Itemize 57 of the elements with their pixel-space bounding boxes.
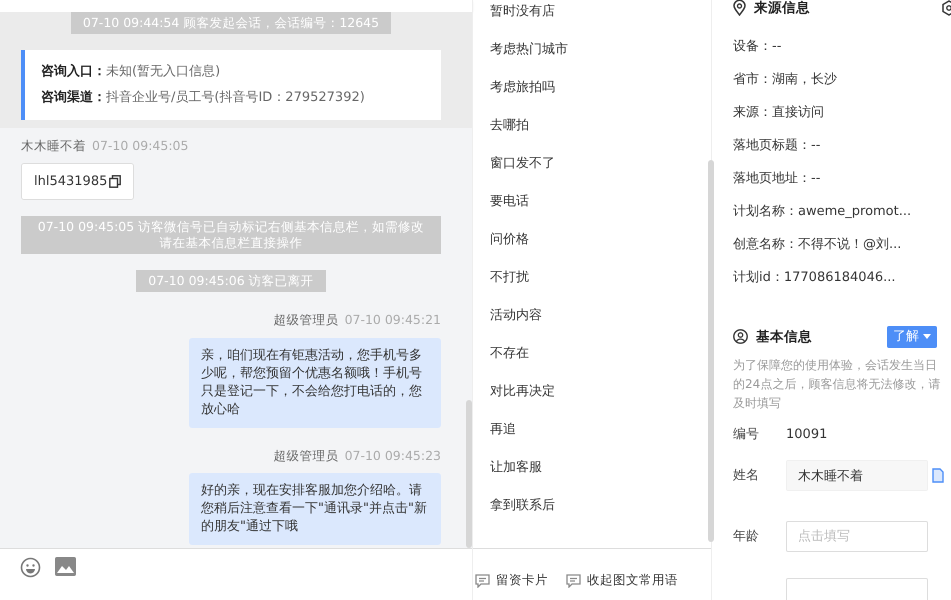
source-field: 省市：湖南，长沙 <box>733 63 951 96</box>
info-value: 抖音企业号/员工号(抖音号ID：279527392) <box>106 90 365 105</box>
message-time: 07-10 09:45:05 <box>92 138 188 153</box>
quick-reply-item[interactable]: 窗口发不了 <box>490 145 711 183</box>
message-bubble: 好的亲，现在安排客服加您介绍哈。请您稍后注意查看一下"通讯录"并点击"新的朋友"通过下哦 <box>189 473 441 545</box>
quick-reply-item[interactable]: 拿到联系后 <box>490 487 711 525</box>
user-icon <box>733 329 748 344</box>
quick-reply-item[interactable]: 活动内容 <box>490 297 711 335</box>
quick-reply-item[interactable]: 对比再决定 <box>490 373 711 411</box>
quick-reply-item[interactable]: 再追 <box>490 411 711 449</box>
emoji-icon[interactable] <box>20 557 41 578</box>
sender-name: 超级管理员 <box>274 312 339 327</box>
quick-reply-item[interactable]: 考虑热门城市 <box>490 31 711 69</box>
input-field[interactable]: 木木睡不着 <box>786 460 928 491</box>
source-field: 落地页地址：-- <box>733 162 951 195</box>
quick-reply-item[interactable]: 不打扰 <box>490 259 711 297</box>
section-title: 基本信息 <box>756 328 812 347</box>
quick-reply-item[interactable]: 去哪拍 <box>490 107 711 145</box>
quick-reply-item[interactable]: 问价格 <box>490 221 711 259</box>
info-label: 咨询渠道： <box>41 90 106 105</box>
source-field: 计划id：177086184046... <box>733 261 951 294</box>
comment-icon <box>566 574 581 588</box>
quick-reply-item[interactable]: 考虑旅拍吗 <box>490 69 711 107</box>
scrollbar[interactable] <box>466 400 472 548</box>
info-label: 咨询入口： <box>41 64 106 79</box>
caret-icon <box>923 334 931 340</box>
input-field[interactable] <box>786 578 928 600</box>
info-value: 未知(暂无入口信息) <box>106 64 220 79</box>
field-label: 姓名 <box>733 466 760 485</box>
source-field: 计划名称：aweme_promot... <box>733 195 951 228</box>
message-time: 07-10 09:45:23 <box>344 448 441 462</box>
source-field: 落地页标题：-- <box>733 129 951 162</box>
image-icon[interactable] <box>55 557 76 576</box>
sender-name: 木木睡不着 <box>21 138 86 153</box>
message-bubble: 亲，咱们现在有钜惠活动，您手机号多少呢，帮您预留个优惠名额哦！手机号只是登记一下，不会给您打电话的，您放心哈 <box>189 338 441 428</box>
copy-icon[interactable] <box>109 174 122 188</box>
quick-reply-item[interactable]: 暂时没有店 <box>490 0 711 31</box>
sender-name: 超级管理员 <box>274 448 339 462</box>
footer-button[interactable]: 留资卡片 <box>475 561 548 600</box>
field-value: 10091 <box>786 426 828 444</box>
message-text: lhl5431985 <box>34 172 108 190</box>
section-title: 来源信息 <box>754 0 810 18</box>
footer-button[interactable]: 收起图文常用语 <box>566 561 678 600</box>
input-field[interactable]: 点击填写 <box>786 521 928 552</box>
quick-reply-item[interactable]: 不存在 <box>490 335 711 373</box>
field-label: 编号 <box>733 426 760 444</box>
source-field: 来源：直接访问 <box>733 96 951 129</box>
comment-icon <box>475 574 490 588</box>
field-label: 年龄 <box>733 528 760 546</box>
scrollbar[interactable] <box>708 160 714 542</box>
quick-reply-item[interactable]: 让加客服 <box>490 449 711 487</box>
notice-text: 为了保障您的使用体验，会话发生当日的24点之后，顾客信息将无法修改，请及时填写 <box>733 356 942 412</box>
source-field: 创意名称：不得不说！@刘... <box>733 228 951 261</box>
quick-reply-item[interactable]: 要电话 <box>490 183 711 221</box>
message-time: 07-10 09:45:21 <box>344 312 441 327</box>
location-pin-icon <box>733 0 746 16</box>
source-field: 设备：-- <box>733 30 951 63</box>
